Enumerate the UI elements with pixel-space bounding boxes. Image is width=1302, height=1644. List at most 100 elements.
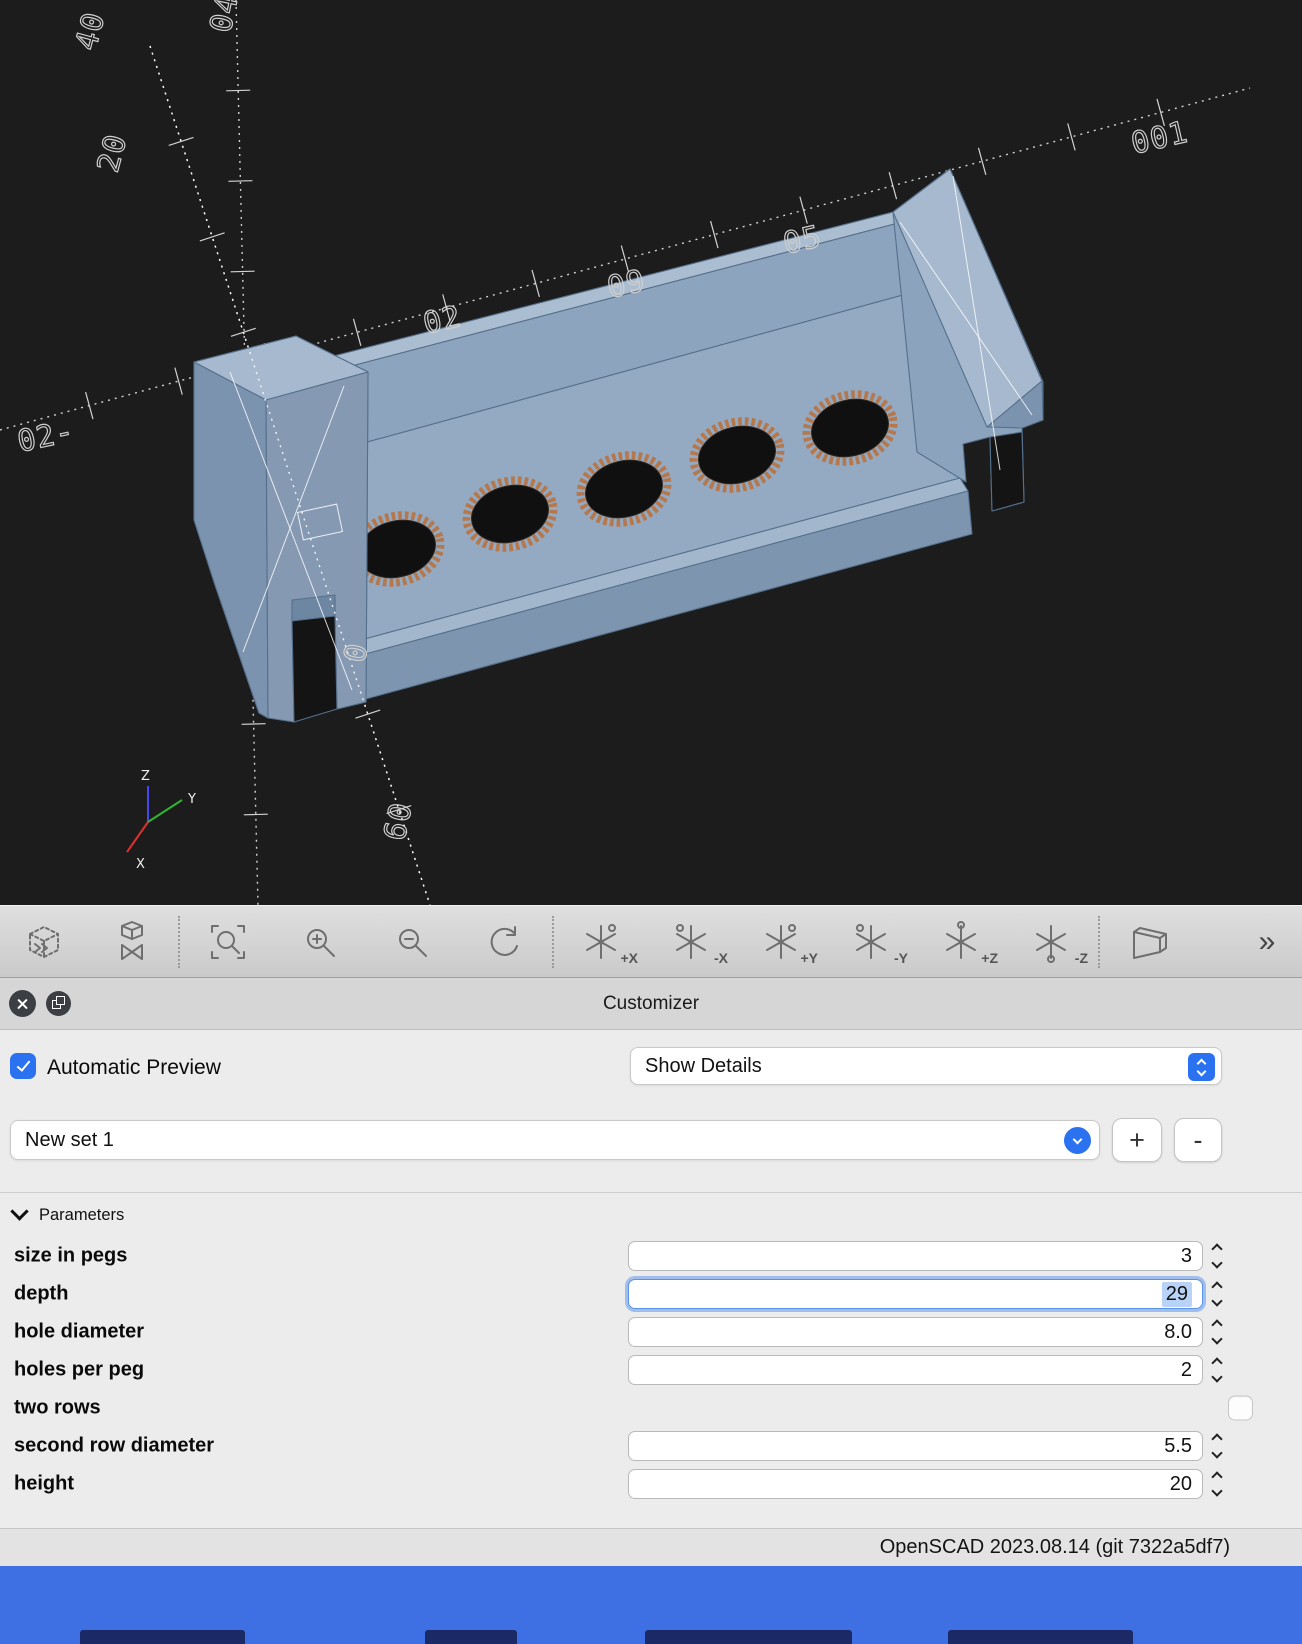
spinner-up-icon bbox=[1211, 1319, 1223, 1331]
two-rows-checkbox[interactable] bbox=[1228, 1395, 1253, 1421]
param-label: two rows bbox=[14, 1396, 101, 1419]
view-minus-z-button[interactable]: -Z bbox=[1006, 910, 1096, 974]
param-row-holes-per-peg: holes per peg 2 bbox=[0, 1351, 1302, 1389]
gizmo-x-label: X bbox=[136, 857, 145, 872]
customizer-header: Customizer bbox=[0, 978, 1302, 1030]
status-bar: OpenSCAD 2023.08.14 (git 7322a5df7) bbox=[0, 1528, 1302, 1566]
customizer-panel: Automatic Preview Show Details New set 1… bbox=[0, 1030, 1302, 1528]
openscad-window: 40 20 04 02- 02 09 05 001 0 60 Z Y X +X … bbox=[0, 0, 1302, 1644]
parameters-group: Parameters size in pegs 3 depth 29 hole … bbox=[0, 1192, 1302, 1503]
view-toolbar: +X -X +Y -Y +Z -Z » bbox=[0, 905, 1302, 978]
frustum-icon bbox=[1133, 926, 1167, 959]
axis-view-label: +X bbox=[620, 949, 638, 966]
param-value: 2 bbox=[1180, 1358, 1192, 1381]
axis-view-label: +Z bbox=[981, 949, 998, 966]
spinner-up-icon bbox=[1211, 1471, 1223, 1483]
depth-spinner[interactable] bbox=[1207, 1280, 1227, 1308]
depth-field[interactable]: 29 bbox=[628, 1279, 1203, 1309]
3d-viewport[interactable]: 40 20 04 02- 02 09 05 001 0 60 Z Y X bbox=[0, 0, 1302, 905]
height-spinner[interactable] bbox=[1207, 1470, 1227, 1498]
axis-star-icon bbox=[586, 923, 616, 959]
param-value-selected: 29 bbox=[1161, 1281, 1192, 1307]
param-row-second-row-diameter: second row diameter 5.5 bbox=[0, 1427, 1302, 1465]
spinner-up-icon bbox=[1211, 1243, 1223, 1255]
param-row-depth: depth 29 bbox=[0, 1275, 1302, 1313]
param-value: 3 bbox=[1180, 1244, 1192, 1267]
check-icon bbox=[16, 1057, 30, 1072]
zoom-all-button[interactable] bbox=[182, 910, 274, 974]
spinner-up-icon bbox=[1211, 1357, 1223, 1369]
spinner-down-icon bbox=[1211, 1447, 1223, 1459]
preset-dropdown-value: New set 1 bbox=[25, 1128, 114, 1151]
size-in-pegs-spinner[interactable] bbox=[1207, 1242, 1227, 1270]
toolbar-separator bbox=[552, 915, 554, 968]
3d-scene: 40200402-020905001060 Z Y X bbox=[0, 0, 1302, 905]
parameters-group-title: Parameters bbox=[39, 1205, 125, 1224]
param-value: 8.0 bbox=[1164, 1320, 1192, 1343]
param-row-height: height 20 bbox=[0, 1465, 1302, 1503]
param-label: size in pegs bbox=[14, 1244, 128, 1267]
cropped-text-fragment bbox=[948, 1630, 1133, 1644]
param-row-hole-diameter: hole diameter 8.0 bbox=[0, 1313, 1302, 1351]
add-preset-button[interactable]: + bbox=[1112, 1118, 1162, 1162]
second-row-diameter-spinner[interactable] bbox=[1207, 1432, 1227, 1460]
spinner-down-icon bbox=[1211, 1295, 1223, 1307]
view-plus-z-button[interactable]: +Z bbox=[916, 910, 1006, 974]
spinner-down-icon bbox=[1211, 1371, 1223, 1383]
param-label: holes per peg bbox=[14, 1358, 145, 1381]
view-plus-y-button[interactable]: +Y bbox=[736, 910, 826, 974]
perspective-toggle-button[interactable] bbox=[1102, 910, 1190, 974]
chevron-down-icon bbox=[1072, 1134, 1083, 1144]
parameters-group-header[interactable]: Parameters bbox=[0, 1193, 1302, 1237]
hole-diameter-field[interactable]: 8.0 bbox=[628, 1317, 1203, 1347]
dropdown-button bbox=[1064, 1127, 1091, 1154]
param-row-two-rows: two rows bbox=[0, 1389, 1302, 1427]
hole-diameter-spinner[interactable] bbox=[1207, 1318, 1227, 1346]
dropdown-stepper bbox=[1188, 1053, 1215, 1081]
size-in-pegs-field[interactable]: 3 bbox=[628, 1241, 1203, 1271]
spinner-up-icon bbox=[1211, 1281, 1223, 1293]
view-all-button[interactable] bbox=[88, 910, 176, 974]
cropped-bottom-strip bbox=[0, 1566, 1302, 1644]
automatic-preview-checkbox[interactable] bbox=[10, 1053, 36, 1079]
param-row-size-in-pegs: size in pegs 3 bbox=[0, 1237, 1302, 1275]
reset-view-button[interactable] bbox=[458, 910, 550, 974]
second-row-diameter-field[interactable]: 5.5 bbox=[628, 1431, 1203, 1461]
param-label: height bbox=[14, 1472, 74, 1495]
param-value: 20 bbox=[1169, 1472, 1192, 1495]
param-label: depth bbox=[14, 1282, 69, 1305]
holes-per-peg-field[interactable]: 2 bbox=[628, 1355, 1203, 1385]
param-label: hole diameter bbox=[14, 1320, 145, 1343]
zoom-out-button[interactable] bbox=[366, 910, 458, 974]
cube-stand-icon bbox=[121, 920, 143, 960]
preset-dropdown[interactable]: New set 1 bbox=[10, 1120, 1100, 1160]
height-field[interactable]: 20 bbox=[628, 1469, 1203, 1499]
toolbar-separator bbox=[1098, 915, 1100, 968]
zoom-frame-icon bbox=[211, 924, 245, 959]
zoom-in-icon bbox=[307, 928, 335, 957]
zoom-out-icon bbox=[399, 928, 427, 957]
spinner-down-icon bbox=[1211, 1485, 1223, 1497]
param-value: 5.5 bbox=[1164, 1434, 1192, 1457]
axis-view-label: -X bbox=[714, 949, 728, 966]
view-minus-x-button[interactable]: -X bbox=[646, 910, 736, 974]
reset-view-icon bbox=[490, 925, 518, 956]
remove-preset-button[interactable]: - bbox=[1174, 1118, 1222, 1162]
view-minus-y-button[interactable]: -Y bbox=[826, 910, 916, 974]
cropped-text-fragment bbox=[80, 1630, 245, 1644]
holes-per-peg-spinner[interactable] bbox=[1207, 1356, 1227, 1384]
axis-view-label: -Y bbox=[894, 949, 908, 966]
details-dropdown[interactable]: Show Details bbox=[630, 1047, 1222, 1085]
axis-view-label: +Y bbox=[800, 949, 818, 966]
preview-cube-button[interactable] bbox=[0, 910, 88, 974]
toolbar-overflow-button[interactable]: » bbox=[1232, 910, 1302, 974]
spinner-up-icon bbox=[1211, 1433, 1223, 1445]
axis-star-icon bbox=[676, 923, 706, 959]
zoom-in-button[interactable] bbox=[274, 910, 366, 974]
spinner-down-icon bbox=[1211, 1333, 1223, 1345]
version-text: OpenSCAD 2023.08.14 (git 7322a5df7) bbox=[879, 1536, 1230, 1558]
view-plus-x-button[interactable]: +X bbox=[556, 910, 646, 974]
automatic-preview-label: Automatic Preview bbox=[47, 1056, 221, 1079]
chevron-down-icon bbox=[1196, 1066, 1207, 1076]
param-label: second row diameter bbox=[14, 1434, 215, 1457]
